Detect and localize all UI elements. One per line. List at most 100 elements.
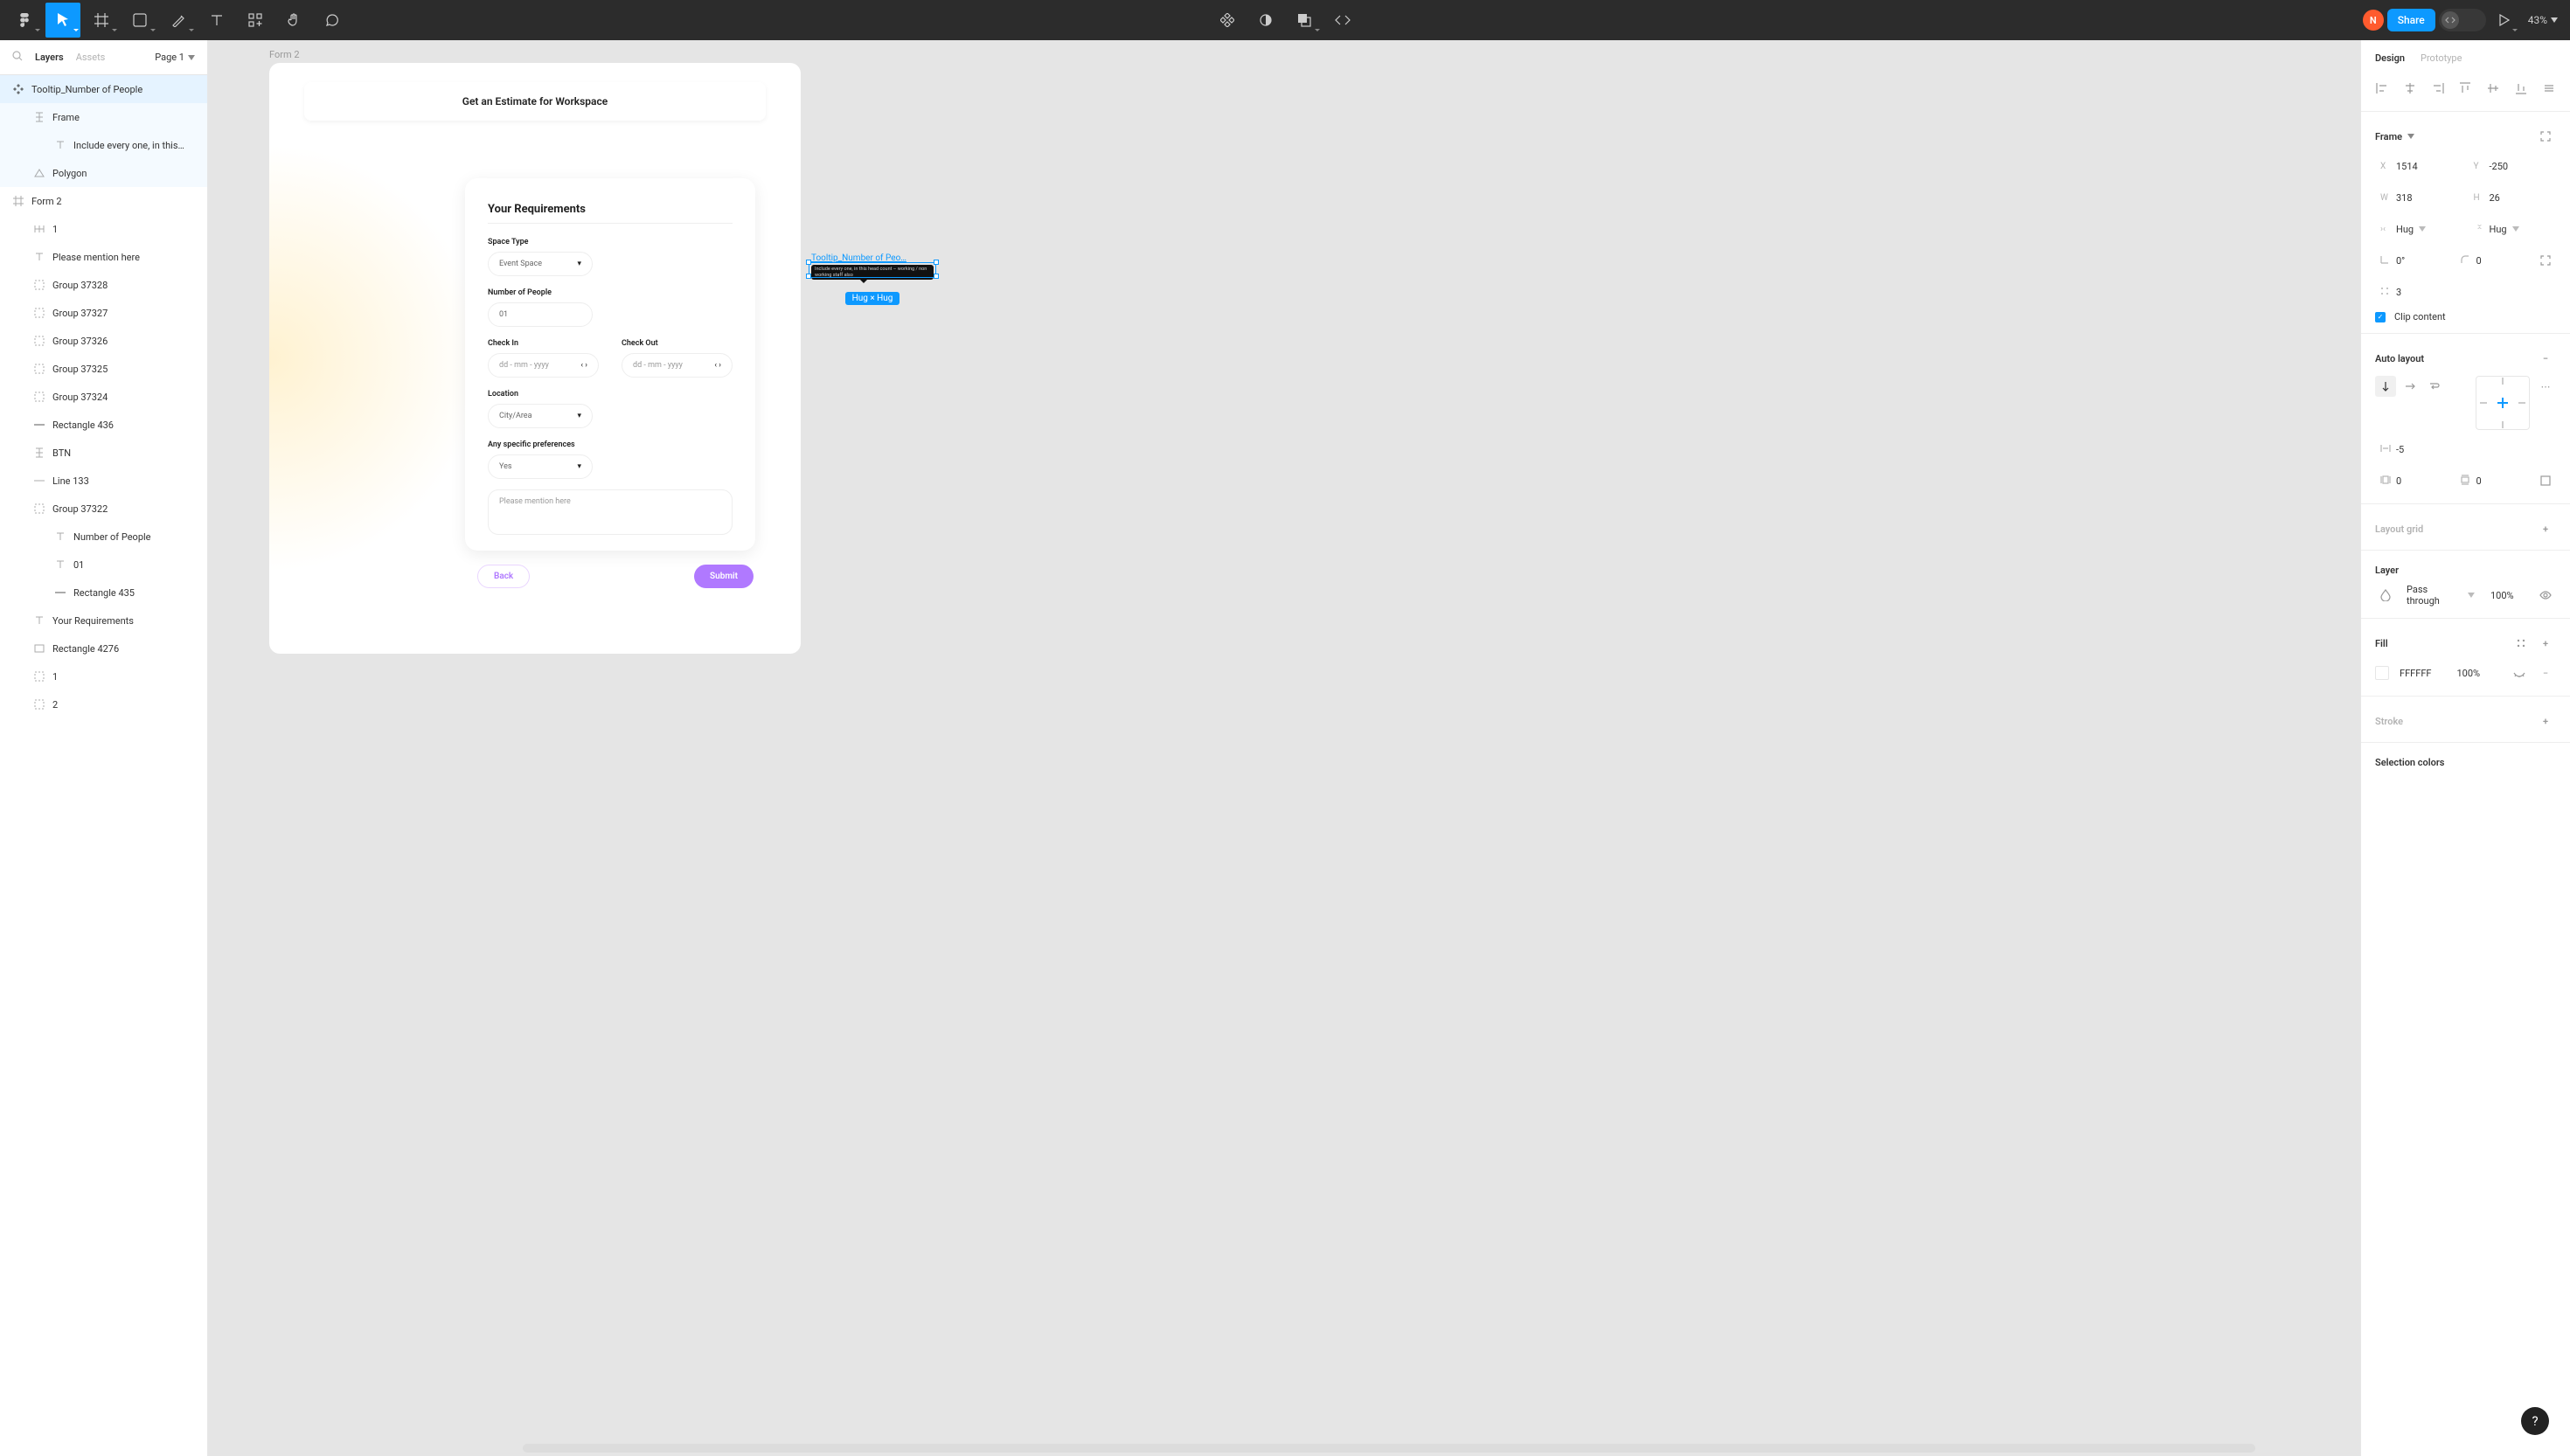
- layer-row[interactable]: Group 37326: [0, 327, 207, 355]
- independent-padding-icon[interactable]: [2535, 470, 2556, 491]
- independent-corners-icon[interactable]: [2535, 250, 2556, 271]
- search-icon[interactable]: [12, 51, 23, 64]
- people-input[interactable]: 01: [488, 302, 593, 327]
- corner-radius-field[interactable]: 0: [2455, 248, 2531, 273]
- align-bottom-icon[interactable]: [2511, 78, 2532, 99]
- canvas[interactable]: Form 2 Get an Estimate for Workspace You…: [208, 40, 2360, 1456]
- form-frame[interactable]: Get an Estimate for Workspace Your Requi…: [269, 63, 801, 654]
- assets-tab[interactable]: Assets: [76, 52, 106, 63]
- layer-opacity-field[interactable]: 100%: [2485, 583, 2530, 607]
- align-top-icon[interactable]: [2455, 78, 2476, 99]
- layer-row[interactable]: 1: [0, 215, 207, 243]
- al-wrap-icon[interactable]: [2424, 376, 2445, 397]
- share-button[interactable]: Share: [2387, 9, 2435, 31]
- add-stroke-icon[interactable]: +: [2535, 711, 2556, 731]
- rotation-field[interactable]: 0°: [2375, 248, 2450, 273]
- visibility-toggle-icon[interactable]: [2535, 585, 2556, 606]
- layer-row[interactable]: Frame: [0, 103, 207, 131]
- layer-row[interactable]: Group 37324: [0, 383, 207, 411]
- layer-row[interactable]: Include every one, in this…: [0, 131, 207, 159]
- align-hcenter-icon[interactable]: [2400, 78, 2421, 99]
- clip-content-checkbox[interactable]: [2375, 312, 2386, 322]
- layer-row[interactable]: Group 37325: [0, 355, 207, 383]
- layer-row[interactable]: BTN: [0, 439, 207, 467]
- al-spacing-field[interactable]: -5: [2375, 437, 2556, 461]
- tidy-icon[interactable]: [2539, 78, 2560, 99]
- layer-row[interactable]: 2: [0, 690, 207, 718]
- x-field[interactable]: X1514: [2375, 154, 2463, 178]
- move-tool-button[interactable]: [45, 3, 80, 38]
- layer-row[interactable]: Form 2: [0, 187, 207, 215]
- layer-row[interactable]: Group 37328: [0, 271, 207, 299]
- layer-row[interactable]: 01: [0, 551, 207, 579]
- align-left-icon[interactable]: [2372, 78, 2393, 99]
- layer-row[interactable]: Rectangle 4276: [0, 634, 207, 662]
- layer-tree[interactable]: Tooltip_Number of PeopleFrameInclude eve…: [0, 75, 207, 1456]
- figma-menu-button[interactable]: [7, 3, 42, 38]
- fill-hidden-icon[interactable]: [2509, 662, 2530, 683]
- constraint-w-field[interactable]: ›‹ Hug: [2375, 217, 2463, 241]
- frame-tool-button[interactable]: [84, 3, 119, 38]
- submit-button[interactable]: Submit: [694, 565, 754, 588]
- layer-row[interactable]: Line 133: [0, 467, 207, 495]
- shape-tool-button[interactable]: [122, 3, 157, 38]
- layer-row[interactable]: Group 37327: [0, 299, 207, 327]
- al-padh-field[interactable]: 0: [2375, 468, 2450, 493]
- layer-row[interactable]: Rectangle 435: [0, 579, 207, 607]
- component-insert-button[interactable]: [1210, 3, 1245, 38]
- layers-tab[interactable]: Layers: [35, 52, 64, 63]
- space-type-select[interactable]: Event Space ▾: [488, 252, 593, 276]
- canvas-frame-label[interactable]: Form 2: [269, 49, 300, 60]
- resize-handle-tr[interactable]: [934, 260, 939, 265]
- h-field[interactable]: H26: [2469, 185, 2557, 210]
- blend-mode-field[interactable]: Pass through: [2401, 583, 2480, 607]
- text-tool-button[interactable]: [199, 3, 234, 38]
- layer-row[interactable]: Tooltip_Number of People: [0, 75, 207, 103]
- horizontal-scrollbar[interactable]: [523, 1444, 2255, 1453]
- gap-field[interactable]: 3: [2375, 280, 2556, 304]
- checkin-input[interactable]: dd - mm - yyyy ‹ ›: [488, 353, 599, 378]
- back-button[interactable]: Back: [477, 565, 530, 588]
- checkout-input[interactable]: dd - mm - yyyy ‹ ›: [622, 353, 733, 378]
- add-fill-icon[interactable]: +: [2535, 633, 2556, 654]
- alignment-box[interactable]: [2476, 376, 2530, 430]
- prefs-select[interactable]: Yes ▾: [488, 454, 593, 479]
- selected-tooltip-frame[interactable]: Tooltip_Number of Peo… Include every one…: [811, 253, 934, 305]
- layer-row[interactable]: Polygon: [0, 159, 207, 187]
- prototype-tab[interactable]: Prototype: [2421, 52, 2462, 64]
- resources-button[interactable]: [238, 3, 273, 38]
- remove-fill-icon[interactable]: −: [2535, 662, 2556, 683]
- mask-button[interactable]: [1248, 3, 1283, 38]
- layer-row[interactable]: Please mention here: [0, 243, 207, 271]
- al-more-icon[interactable]: ⋯: [2535, 376, 2556, 397]
- user-avatar[interactable]: N: [2363, 10, 2384, 31]
- align-right-icon[interactable]: [2428, 78, 2448, 99]
- resize-handle-tl[interactable]: [806, 260, 811, 265]
- dev-handoff-button[interactable]: [1325, 3, 1360, 38]
- resize-to-fit-icon[interactable]: [2535, 126, 2556, 147]
- design-tab[interactable]: Design: [2375, 52, 2405, 64]
- fill-swatch[interactable]: [2375, 666, 2389, 680]
- dev-mode-toggle[interactable]: [2439, 9, 2486, 31]
- remove-autolayout-icon[interactable]: −: [2535, 348, 2556, 369]
- add-layout-grid-icon[interactable]: +: [2535, 518, 2556, 539]
- comment-tool-button[interactable]: [315, 3, 350, 38]
- present-button[interactable]: [2490, 3, 2519, 38]
- fill-opacity-field[interactable]: 100%: [2452, 661, 2504, 685]
- al-padv-field[interactable]: 0: [2455, 468, 2531, 493]
- constraint-h-field[interactable]: ›‹ Hug: [2469, 217, 2557, 241]
- fill-hex-field[interactable]: FFFFFF: [2394, 661, 2447, 685]
- layer-row[interactable]: Rectangle 436: [0, 411, 207, 439]
- pen-tool-button[interactable]: [161, 3, 196, 38]
- layer-row[interactable]: Group 37322: [0, 495, 207, 523]
- selection-title[interactable]: Tooltip_Number of Peo…: [811, 253, 934, 263]
- fill-styles-icon[interactable]: [2511, 633, 2532, 654]
- boolean-ops-button[interactable]: [1287, 3, 1322, 38]
- zoom-dropdown[interactable]: 43%: [2523, 14, 2563, 26]
- help-button[interactable]: ?: [2521, 1407, 2549, 1435]
- resize-handle-br[interactable]: [934, 274, 939, 279]
- hand-tool-button[interactable]: [276, 3, 311, 38]
- layer-row[interactable]: Your Requirements: [0, 607, 207, 634]
- prefs-textarea[interactable]: Please mention here: [488, 489, 733, 535]
- al-direction-vertical-icon[interactable]: [2375, 376, 2396, 397]
